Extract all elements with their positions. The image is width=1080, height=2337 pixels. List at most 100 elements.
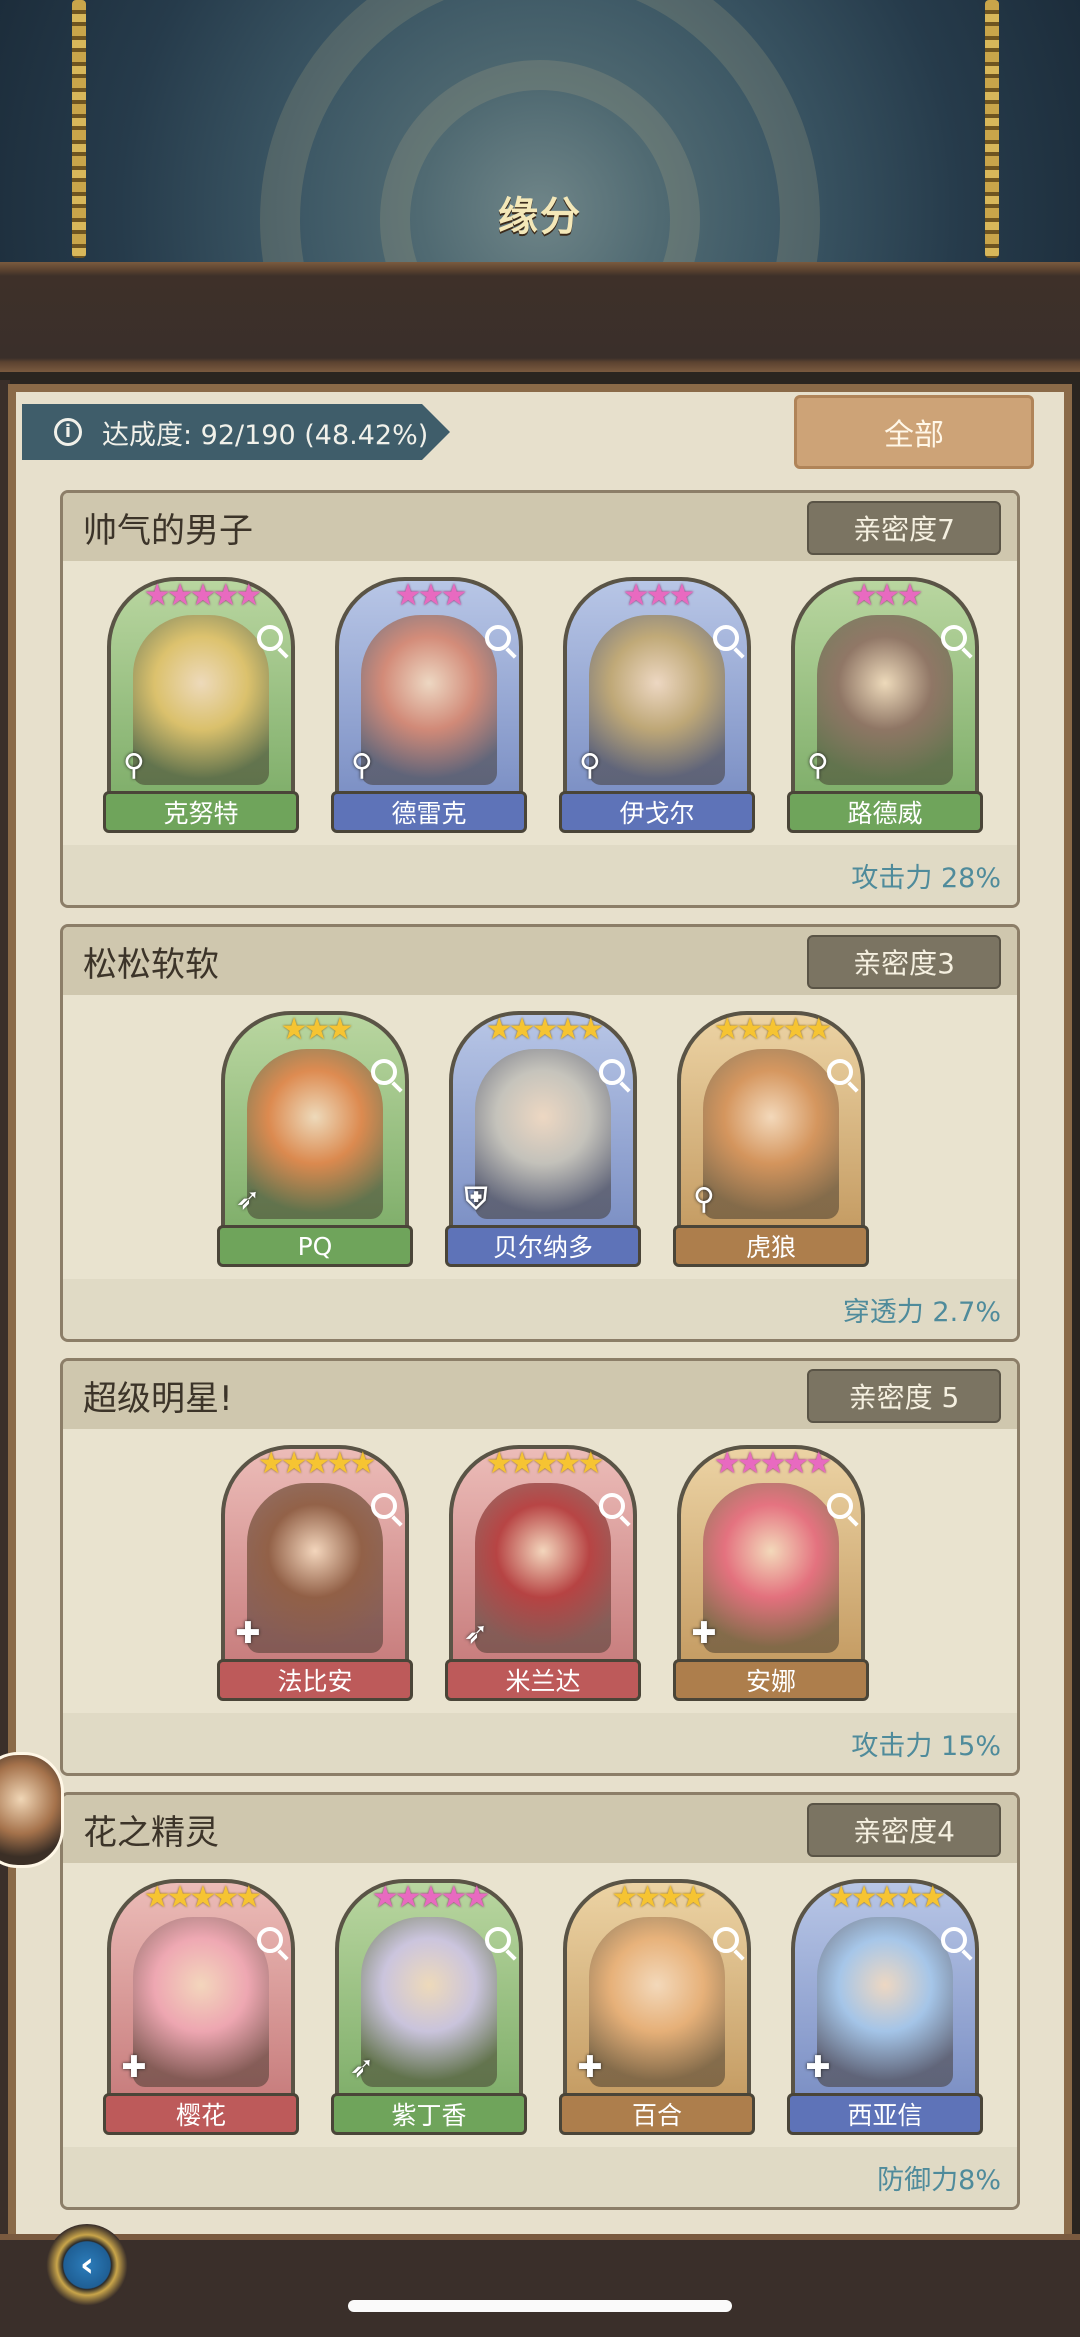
search-icon[interactable] xyxy=(257,625,283,651)
chevron-left-icon: ‹ xyxy=(79,2245,94,2285)
bow-icon: ➶ xyxy=(463,1616,489,1651)
character-card[interactable]: ★★★★★ ✚ 樱花 xyxy=(103,1879,299,2135)
character-name: 法比安 xyxy=(217,1659,413,1701)
stat-bonus: 穿透力 2.7% xyxy=(842,1296,1001,1328)
character-name: 虎狼 xyxy=(673,1225,869,1267)
character-card[interactable]: ★★★★★ ⚲ 克努特 xyxy=(103,577,299,833)
progress-text: 达成度: 92/190 (48.42%) xyxy=(102,419,429,451)
bond-group: 花之精灵 亲密度4 ★★★★★ ✚ 樱花 ★★★★★ ➶ 紫丁香 ★★★★ ✚ 百合 ★★★★★ ✚ 西亚… xyxy=(60,1792,1020,2210)
character-card-row: ★★★★★ ✚ 法比安 ★★★★★ ➶ 米兰达 ★★★★★ ✚ 安娜 xyxy=(63,1445,1017,1701)
character-card[interactable]: ★★★ ⚲ 伊戈尔 xyxy=(559,577,755,833)
bow-icon: ➶ xyxy=(235,1182,261,1217)
home-indicator[interactable] xyxy=(348,2300,732,2312)
character-card[interactable]: ★★★★★ ✚ 法比安 xyxy=(217,1445,413,1701)
character-card-row: ★★★★★ ✚ 樱花 ★★★★★ ➶ 紫丁香 ★★★★ ✚ 百合 ★★★★★ ✚ 西亚信 xyxy=(63,1879,1017,2135)
character-card[interactable]: ★★★★★ ✚ 西亚信 xyxy=(787,1879,983,2135)
character-portrait xyxy=(247,1049,383,1219)
star-rating-icon: ★★★★★ xyxy=(485,1012,604,1047)
group-header: 松松软软 亲密度3 xyxy=(63,927,1017,995)
sword-icon: ⚲ xyxy=(807,748,829,783)
character-card[interactable]: ★★★ ➶ PQ xyxy=(217,1011,413,1267)
search-icon[interactable] xyxy=(827,1493,853,1519)
floating-helper-avatar[interactable] xyxy=(0,1752,64,1868)
header-banner: 缘分 xyxy=(0,0,1080,270)
character-card-row: ★★★ ➶ PQ ★★★★★ ⛨ 贝尔纳多 ★★★★★ ⚲ 虎狼 xyxy=(63,1011,1017,1267)
search-icon[interactable] xyxy=(485,625,511,651)
bond-group: 帅气的男子 亲密度7 ★★★★★ ⚲ 克努特 ★★★ ⚲ 德雷克 ★★★ ⚲ 伊戈尔 ★★★ ⚲ 路德威攻… xyxy=(60,490,1020,908)
character-portrait xyxy=(133,1917,269,2087)
sword-icon: ⚲ xyxy=(693,1182,715,1217)
group-header: 超级明星! 亲密度 5 xyxy=(63,1361,1017,1429)
bond-group: 超级明星! 亲密度 5 ★★★★★ ✚ 法比安 ★★★★★ ➶ 米兰达 ★★★★★ ✚ 安娜攻击力 … xyxy=(60,1358,1020,1776)
achievement-progress: i 达成度: 92/190 (48.42%) xyxy=(22,404,450,460)
stat-bonus: 防御力8% xyxy=(877,2164,1001,2196)
character-portrait xyxy=(703,1049,839,1219)
character-card[interactable]: ★★★★★ ➶ 紫丁香 xyxy=(331,1879,527,2135)
stat-bonus: 攻击力 28% xyxy=(851,862,1001,894)
healer-cross-icon: ✚ xyxy=(121,2050,147,2085)
character-name: 米兰达 xyxy=(445,1659,641,1701)
search-icon[interactable] xyxy=(941,1927,967,1953)
filter-all-button[interactable]: 全部 xyxy=(794,395,1034,469)
group-footer: 攻击力 15% xyxy=(63,1713,1017,1773)
star-rating-icon: ★★★ xyxy=(394,578,468,613)
character-name: 安娜 xyxy=(673,1659,869,1701)
search-icon[interactable] xyxy=(941,625,967,651)
star-rating-icon: ★★★★★ xyxy=(143,1880,262,1915)
character-name: 西亚信 xyxy=(787,2093,983,2135)
search-icon[interactable] xyxy=(257,1927,283,1953)
character-portrait xyxy=(475,1483,611,1653)
character-portrait xyxy=(361,1917,497,2087)
character-card[interactable]: ★★★ ⚲ 德雷克 xyxy=(331,577,527,833)
search-icon[interactable] xyxy=(485,1927,511,1953)
character-card[interactable]: ★★★ ⚲ 路德威 xyxy=(787,577,983,833)
character-portrait xyxy=(589,1917,725,2087)
star-rating-icon: ★★★★★ xyxy=(713,1012,832,1047)
bond-group: 松松软软 亲密度3 ★★★ ➶ PQ ★★★★★ ⛨ 贝尔纳多 ★★★★★ ⚲ 虎狼 穿透力 2.7% xyxy=(60,924,1020,1342)
star-rating-icon: ★★★★★ xyxy=(143,578,262,613)
group-title: 花之精灵 xyxy=(83,1812,219,1853)
search-icon[interactable] xyxy=(599,1059,625,1085)
search-icon[interactable] xyxy=(371,1059,397,1085)
character-name: 德雷克 xyxy=(331,791,527,833)
intimacy-badge: 亲密度 5 xyxy=(807,1369,1001,1423)
character-card[interactable]: ★★★★★ ➶ 米兰达 xyxy=(445,1445,641,1701)
healer-cross-icon: ✚ xyxy=(691,1616,717,1651)
character-name: 路德威 xyxy=(787,791,983,833)
star-rating-icon: ★★★★★ xyxy=(713,1446,832,1481)
star-rating-icon: ★★★ xyxy=(850,578,924,613)
character-portrait xyxy=(475,1049,611,1219)
character-card[interactable]: ★★★★★ ✚ 安娜 xyxy=(673,1445,869,1701)
stat-bonus: 攻击力 15% xyxy=(851,1730,1001,1762)
healer-cross-icon: ✚ xyxy=(235,1616,261,1651)
character-name: 伊戈尔 xyxy=(559,791,755,833)
search-icon[interactable] xyxy=(713,625,739,651)
character-name: PQ xyxy=(217,1225,413,1267)
star-rating-icon: ★★★★★ xyxy=(485,1446,604,1481)
search-icon[interactable] xyxy=(827,1059,853,1085)
shield-icon: ⛨ xyxy=(464,1182,488,1217)
group-footer: 穿透力 2.7% xyxy=(63,1279,1017,1339)
character-name: 贝尔纳多 xyxy=(445,1225,641,1267)
character-card[interactable]: ★★★★ ✚ 百合 xyxy=(559,1879,755,2135)
group-title: 超级明星! xyxy=(83,1378,233,1419)
character-card[interactable]: ★★★★★ ⛨ 贝尔纳多 xyxy=(445,1011,641,1267)
search-icon[interactable] xyxy=(599,1493,625,1519)
search-icon[interactable] xyxy=(371,1493,397,1519)
star-rating-icon: ★★★ xyxy=(622,578,696,613)
group-footer: 防御力8% xyxy=(63,2147,1017,2207)
star-rating-icon: ★★★★★ xyxy=(257,1446,376,1481)
info-icon[interactable]: i xyxy=(54,418,82,446)
character-card[interactable]: ★★★★★ ⚲ 虎狼 xyxy=(673,1011,869,1267)
character-card-row: ★★★★★ ⚲ 克努特 ★★★ ⚲ 德雷克 ★★★ ⚲ 伊戈尔 ★★★ ⚲ 路德威 xyxy=(63,577,1017,833)
bow-icon: ➶ xyxy=(349,2050,375,2085)
group-header: 帅气的男子 亲密度7 xyxy=(63,493,1017,561)
back-button[interactable]: ‹ xyxy=(46,2224,128,2306)
character-name: 紫丁香 xyxy=(331,2093,527,2135)
intimacy-badge: 亲密度4 xyxy=(807,1803,1001,1857)
search-icon[interactable] xyxy=(713,1927,739,1953)
character-portrait xyxy=(817,1917,953,2087)
sword-icon: ⚲ xyxy=(123,748,145,783)
healer-cross-icon: ✚ xyxy=(805,2050,831,2085)
sword-icon: ⚲ xyxy=(351,748,373,783)
